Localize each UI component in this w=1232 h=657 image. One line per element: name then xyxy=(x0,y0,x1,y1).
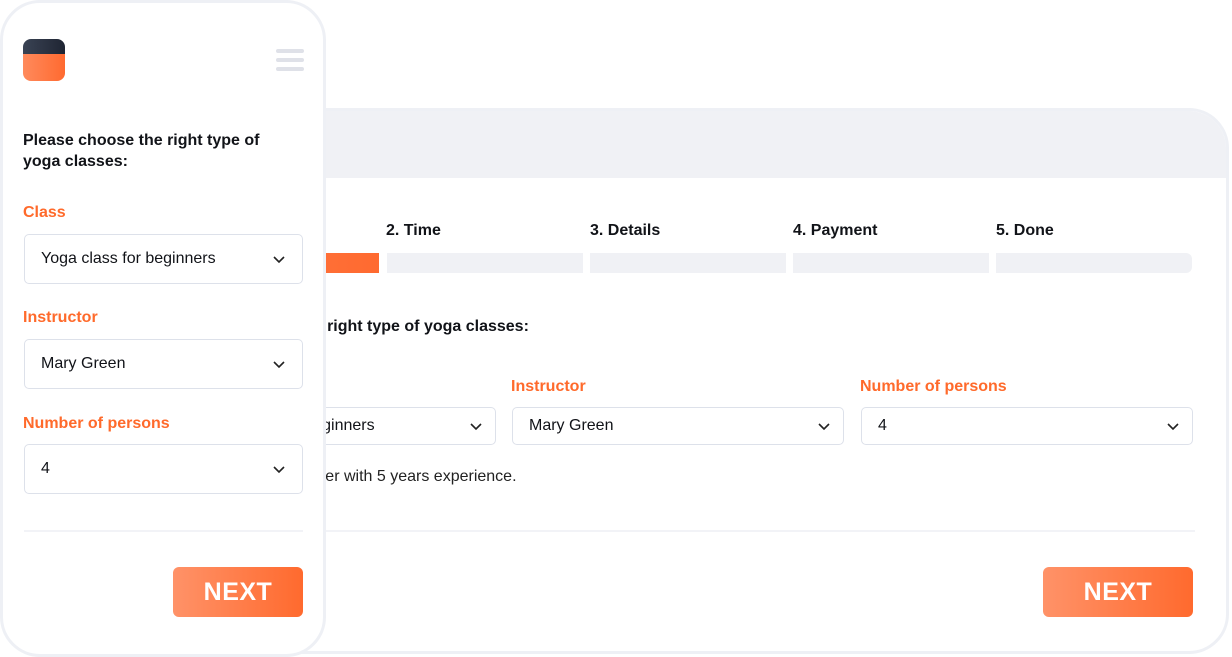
desktop-instructor-label: Instructor xyxy=(511,378,586,395)
desktop-persons-label: Number of persons xyxy=(860,378,1007,395)
step-bar-details xyxy=(590,253,786,273)
mobile-class-label: Class xyxy=(23,204,66,221)
desktop-instructor-value: Mary Green xyxy=(529,417,614,434)
mobile-instructor-select[interactable]: Mary Green xyxy=(24,339,303,389)
mobile-divider xyxy=(24,530,303,532)
mobile-persons-value: 4 xyxy=(41,460,50,477)
chevron-down-icon xyxy=(273,466,285,474)
app-logo-icon[interactable] xyxy=(23,39,65,81)
step-label-done[interactable]: 5. Done xyxy=(996,222,1054,240)
mobile-persons-select[interactable]: 4 xyxy=(24,444,303,494)
chevron-down-icon xyxy=(470,423,482,431)
desktop-next-button[interactable]: NEXT xyxy=(1043,567,1193,617)
mobile-booking-form: Please choose the right type of yoga cla… xyxy=(0,0,326,657)
chevron-down-icon xyxy=(273,361,285,369)
mobile-persons-label: Number of persons xyxy=(23,415,170,432)
chevron-down-icon xyxy=(1167,423,1179,431)
chevron-down-icon xyxy=(818,423,830,431)
mobile-form-heading: Please choose the right type of yoga cla… xyxy=(23,132,260,170)
desktop-instructor-select[interactable]: Mary Green xyxy=(512,407,844,445)
desktop-persons-select[interactable]: 4 xyxy=(861,407,1193,445)
mobile-next-button[interactable]: NEXT xyxy=(173,567,303,617)
step-label-details[interactable]: 3. Details xyxy=(590,222,660,240)
mobile-instructor-value: Mary Green xyxy=(41,355,126,372)
chevron-down-icon xyxy=(273,256,285,264)
step-label-time[interactable]: 2. Time xyxy=(386,222,441,240)
step-label-payment[interactable]: 4. Payment xyxy=(793,222,877,240)
mobile-class-select[interactable]: Yoga class for beginners xyxy=(24,234,303,284)
mobile-instructor-label: Instructor xyxy=(23,309,98,326)
desktop-divider xyxy=(183,530,1195,532)
hamburger-menu-icon[interactable] xyxy=(276,49,304,75)
desktop-persons-value: 4 xyxy=(878,417,887,434)
step-bar-done xyxy=(996,253,1192,273)
step-bar-time xyxy=(387,253,583,273)
step-bar-payment xyxy=(793,253,989,273)
mobile-class-value: Yoga class for beginners xyxy=(41,250,216,267)
